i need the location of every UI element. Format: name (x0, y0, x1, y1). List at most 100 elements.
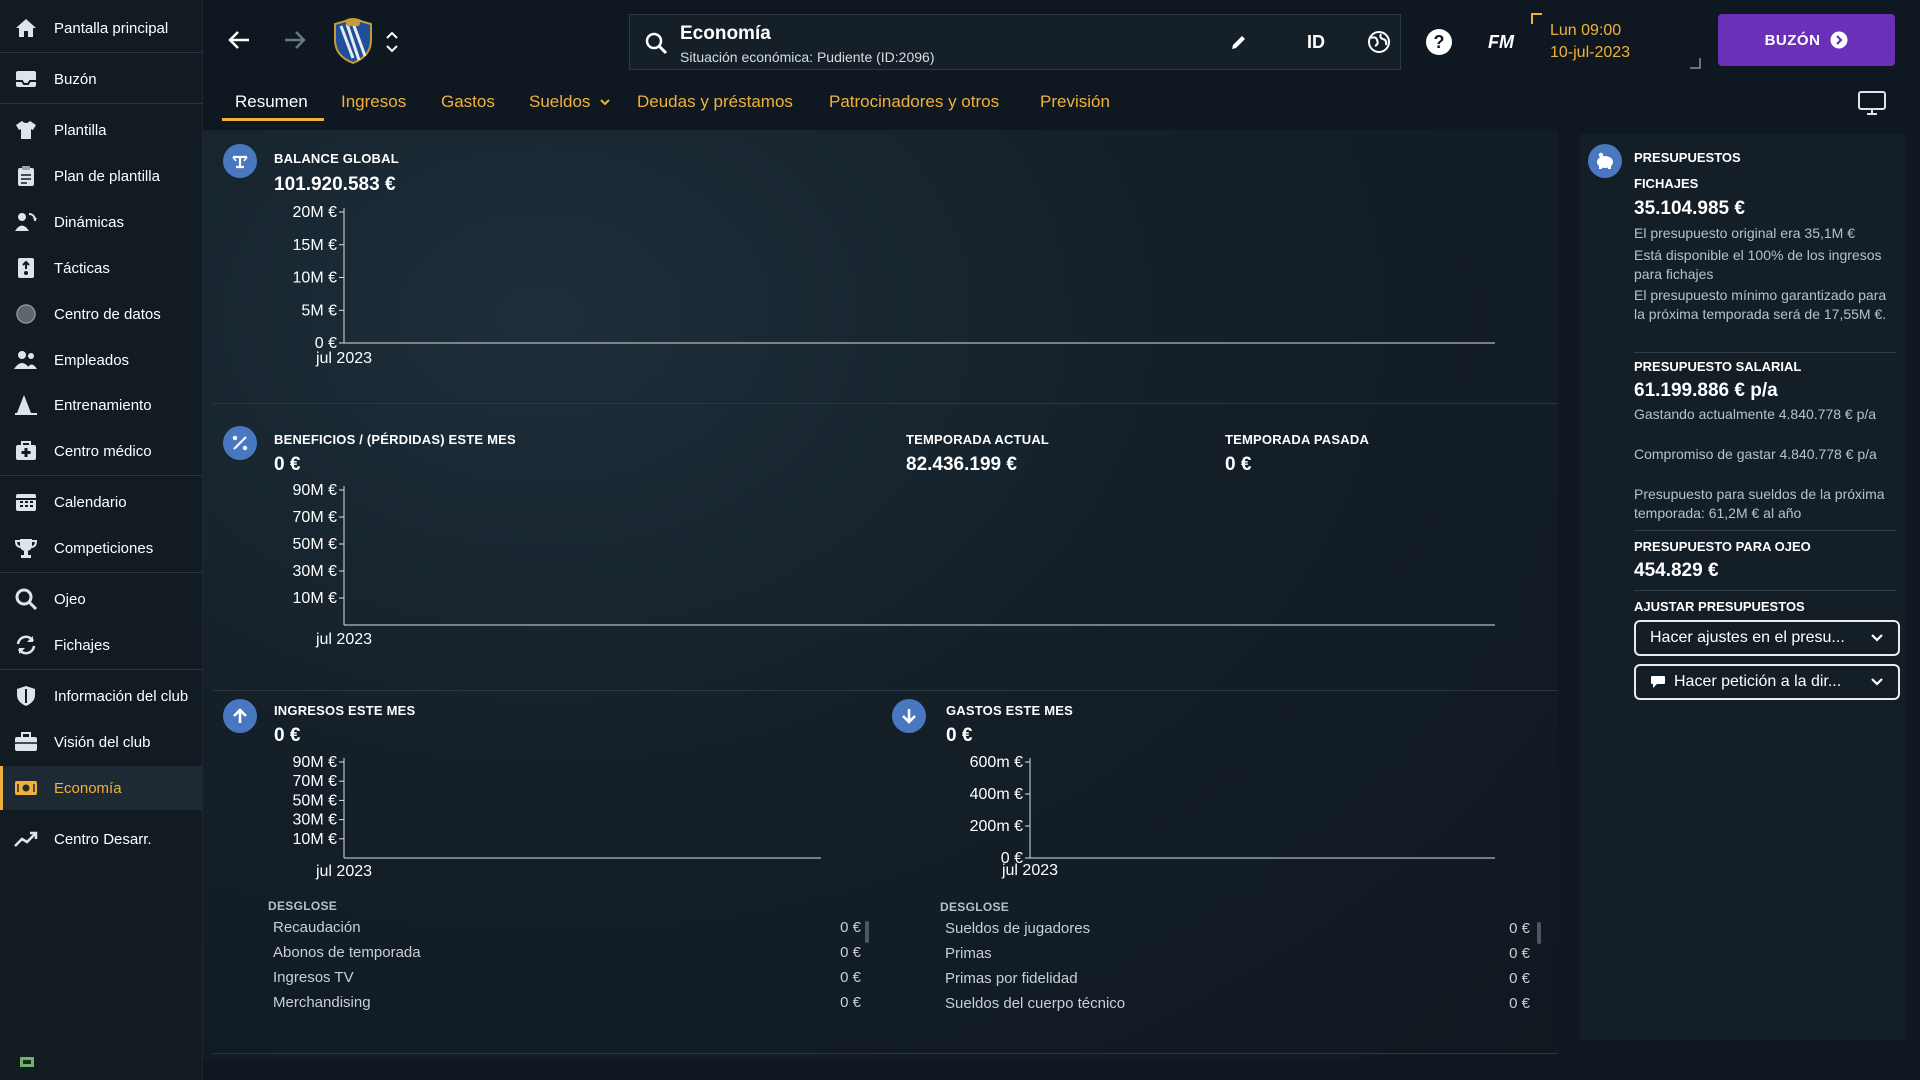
adjust-budget-dropdown-label: Hacer ajustes en el presu... (1650, 629, 1845, 646)
pencil-icon (1232, 36, 1245, 49)
expenses-breakdown-row: Sueldos de jugadores 0 € (945, 917, 1530, 941)
x-tick-label: jul 2023 (315, 350, 372, 367)
sidebar-item-staff[interactable]: Empleados (0, 338, 203, 382)
calendar-icon (14, 490, 38, 514)
income-breakdown-scrollbar[interactable] (865, 921, 869, 943)
sidebar-item-squad[interactable]: Plantilla (0, 108, 203, 152)
game-time: Lun 09:00 (1550, 22, 1622, 39)
sidebar-item-club-vision[interactable]: Visión del club (0, 720, 203, 764)
clipboard-icon (14, 164, 38, 188)
board-request-dropdown[interactable]: Hacer petición a la dir... (1634, 664, 1900, 700)
sidebar-item-label: Buzón (54, 70, 97, 88)
sidebar-item-medical[interactable]: Centro médico (0, 429, 203, 473)
inbox-button-label: BUZÓN (1764, 31, 1821, 49)
sidebar-item-label: Economía (54, 779, 122, 797)
y-tick-label: 50M € (293, 792, 338, 809)
sidebar-item-training[interactable]: Entrenamiento (0, 383, 203, 427)
wage-budget-title: PRESUPUESTO SALARIAL (1634, 359, 1802, 374)
tab-debts-loans[interactable]: Deudas y préstamos (637, 92, 793, 112)
sidebar-item-finances[interactable]: Economía (0, 766, 203, 810)
sidebar-item-home[interactable]: Pantalla principal (0, 6, 203, 50)
y-tick-label: 600m € (970, 754, 1023, 771)
club-switcher[interactable] (381, 24, 403, 60)
help-button[interactable]: ? (1421, 24, 1457, 60)
tab-projection[interactable]: Previsión (1040, 92, 1110, 112)
income-title: INGRESOS ESTE MES (274, 703, 416, 718)
shirt-icon (14, 118, 38, 142)
sidebar-item-label: Ojeo (54, 590, 86, 608)
y-tick-label: 70M € (293, 509, 338, 526)
status-flag-icon[interactable] (20, 1054, 34, 1072)
sidebar-item-label: Entrenamiento (54, 396, 152, 414)
sidebar-item-dynamics[interactable]: Dinámicas (0, 200, 203, 244)
breakdown-value: 0 € (1509, 995, 1530, 1012)
chevron-down-icon (1871, 678, 1883, 686)
help-icon: ? (1426, 29, 1452, 55)
sidebar-item-club-info[interactable]: Información del club (0, 674, 203, 718)
chevron-up-icon (386, 31, 398, 39)
id-button[interactable]: ID (1297, 24, 1335, 60)
y-tick-label: 10M € (293, 831, 338, 848)
income-breakdown-row: Recaudación 0 € (273, 916, 861, 940)
sidebar-item-label: Centro de datos (54, 305, 161, 323)
sidebar-item-competitions[interactable]: Competiciones (0, 526, 203, 570)
arrow-right-icon (285, 31, 306, 49)
adjust-budgets-title: AJUSTAR PRESUPUESTOS (1634, 599, 1805, 614)
arrow-right-circle-icon (1830, 31, 1848, 49)
svg-text:?: ? (1434, 32, 1445, 52)
briefcase-icon (14, 730, 38, 754)
tab-sponsors[interactable]: Patrocinadores y otros (829, 92, 999, 112)
sidebar-item-squad-plan[interactable]: Plan de plantilla (0, 154, 203, 198)
game-date[interactable]: Lun 09:00 10-jul-2023 (1550, 20, 1630, 64)
sidebar-item-label: Plantilla (54, 121, 107, 139)
fm-menu-button[interactable]: FM (1481, 24, 1521, 60)
last-season-title: TEMPORADA PASADA (1225, 432, 1370, 447)
back-button[interactable] (221, 22, 257, 58)
balance-scale-icon (223, 144, 257, 178)
scouting-budget-value: 454.829 € (1634, 560, 1719, 581)
world-button[interactable] (1361, 24, 1397, 60)
balance-chart: 20M €15M €10M €5M €0 €jul 2023 (293, 204, 1495, 367)
current-season-title: TEMPORADA ACTUAL (906, 432, 1050, 447)
continue-inbox-button[interactable]: BUZÓN (1718, 14, 1895, 66)
last-season-value: 0 € (1225, 454, 1252, 475)
wage-budget-note: Presupuesto para sueldos de la próxima t… (1634, 486, 1885, 521)
tab-expenses[interactable]: Gastos (441, 92, 495, 112)
sidebar-item-label: Tácticas (54, 259, 110, 277)
expenses-breakdown-row: Primas 0 € (945, 942, 1530, 966)
profit-title: BENEFICIOS / (PÉRDIDAS) ESTE MES (274, 432, 516, 447)
sidebar-item-tactics[interactable]: Tácticas (0, 246, 203, 290)
sidebar-item-label: Centro Desarr. (54, 830, 152, 848)
edit-button[interactable] (1225, 24, 1253, 60)
x-tick-label: jul 2023 (315, 631, 372, 648)
tab-wages-label: Sueldos (529, 92, 591, 111)
screen-mode-button[interactable] (1857, 90, 1887, 121)
monitor-icon (1858, 91, 1886, 115)
tab-wages[interactable]: Sueldos (529, 92, 611, 112)
y-tick-label: 30M € (293, 563, 338, 580)
sidebar-divider (0, 103, 203, 104)
sidebar-item-label: Plan de plantilla (54, 167, 160, 185)
income-breakdown-row: Abonos de temporada 0 € (273, 941, 861, 965)
adjust-budget-dropdown[interactable]: Hacer ajustes en el presu... (1634, 620, 1900, 656)
forward-button[interactable] (277, 22, 313, 58)
breakdown-value: 0 € (1509, 920, 1530, 937)
balance-title: BALANCE GLOBAL (274, 151, 399, 166)
page-subtitle: Situación económica: Pudiente (ID:2096) (680, 49, 935, 65)
club-crest[interactable] (333, 17, 373, 65)
people-cycle-icon (14, 210, 38, 234)
sidebar-item-data-hub[interactable]: Centro de datos (0, 292, 203, 336)
expenses-breakdown-scrollbar[interactable] (1537, 922, 1541, 944)
sidebar-item-scouting[interactable]: Ojeo (0, 577, 203, 621)
page-search-box[interactable]: Economía Situación económica: Pudiente (… (629, 14, 1401, 70)
tab-income[interactable]: Ingresos (341, 92, 406, 112)
tab-summary[interactable]: Resumen (235, 92, 308, 112)
breakdown-label: Sueldos del cuerpo técnico (945, 995, 1126, 1012)
sidebar-item-calendar[interactable]: Calendario (0, 480, 203, 524)
sidebar-item-inbox[interactable]: Buzón (0, 57, 203, 101)
date-panel-corner (1689, 56, 1701, 74)
breakdown-value: 0 € (840, 919, 861, 936)
sidebar-item-development[interactable]: Centro Desarr. (0, 817, 203, 861)
budget-divider (1634, 590, 1896, 591)
sidebar-item-transfers[interactable]: Fichajes (0, 623, 203, 667)
